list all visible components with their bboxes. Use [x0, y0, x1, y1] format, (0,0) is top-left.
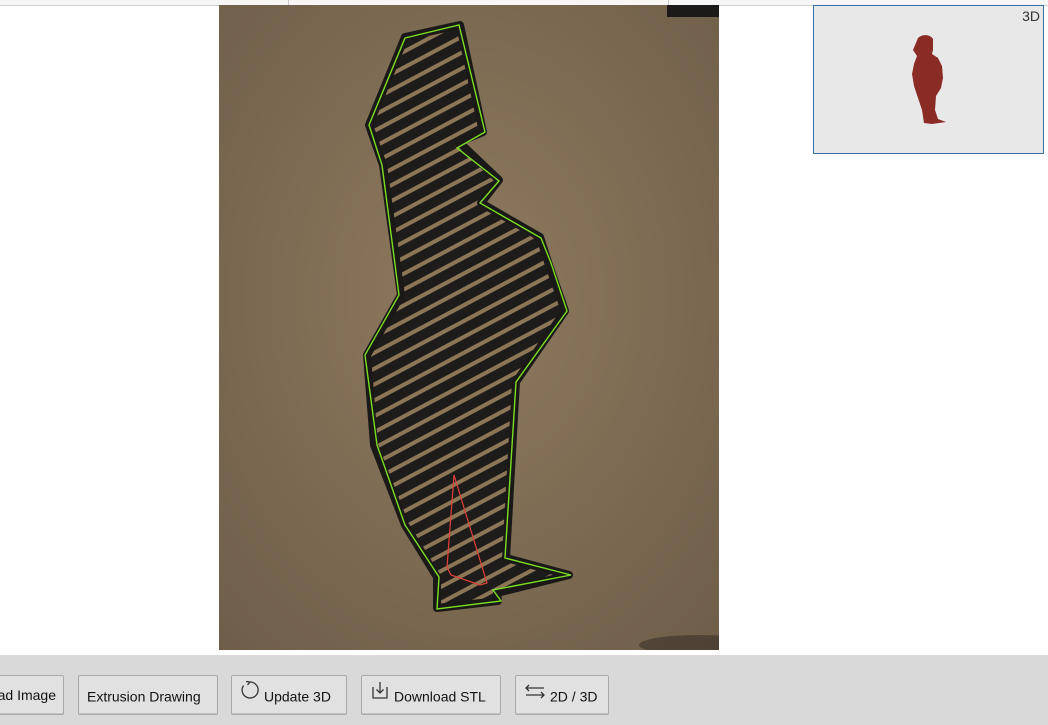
load-image-label: Load Image — [0, 687, 56, 703]
toggle-2d-3d-button[interactable]: 2D / 3D — [515, 675, 609, 715]
drawing-canvas[interactable] — [219, 5, 719, 650]
download-stl-button[interactable]: Download STL — [361, 675, 501, 715]
swap-arrows-icon — [524, 676, 546, 714]
download-stl-label: Download STL — [394, 688, 486, 705]
update-3d-button[interactable]: Update 3D — [231, 675, 347, 715]
3d-preview[interactable]: 3D — [813, 5, 1044, 154]
load-image-button[interactable]: Load Image — [0, 675, 64, 715]
extrusion-drawing-button[interactable]: Extrusion Drawing — [78, 675, 218, 715]
3d-model — [912, 35, 946, 124]
update-3d-label: Update 3D — [264, 688, 331, 705]
smudge — [667, 5, 719, 17]
refresh-icon — [240, 676, 260, 714]
extrusion-drawing-label: Extrusion Drawing — [87, 688, 201, 705]
download-icon — [370, 676, 390, 714]
toolbar: Load Image Extrusion Drawing Update 3D D… — [0, 655, 1048, 725]
toggle-2d-3d-label: 2D / 3D — [550, 688, 598, 705]
drawing-photo — [219, 5, 719, 650]
model-silhouette — [912, 35, 946, 124]
